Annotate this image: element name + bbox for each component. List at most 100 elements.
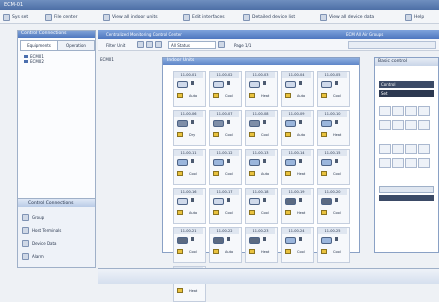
control-button[interactable] <box>418 120 430 130</box>
control-button[interactable] <box>379 158 391 168</box>
unit-card[interactable]: 11-00-17 Cool <box>209 188 242 224</box>
control-row[interactable]: Control <box>379 81 434 88</box>
tree-item-ecm02[interactable]: ECM02 <box>24 59 44 64</box>
unit-code: 11-00-17 <box>210 189 239 195</box>
device-tree: ECM01 ECM02 <box>24 54 44 64</box>
status-row <box>379 195 434 201</box>
unit-card[interactable]: 11-00-22 Auto <box>209 227 242 263</box>
sidebar-item-alarm[interactable]: Alarm <box>22 252 44 261</box>
edit-icon <box>183 13 190 21</box>
unit-card[interactable]: 11-00-07 Cool <box>209 110 242 146</box>
status-icon <box>177 210 183 215</box>
unit-mode: Auto <box>297 133 306 137</box>
unit-card[interactable]: 11-00-02 Cool <box>209 71 242 107</box>
fan-indicator-icon <box>263 81 266 85</box>
unit-card[interactable]: 11-00-13 Auto <box>245 149 278 185</box>
status-icon <box>321 249 327 254</box>
control-button[interactable] <box>379 106 391 116</box>
control-button[interactable] <box>405 144 417 154</box>
help-icon <box>405 13 412 21</box>
menu-device-list[interactable]: Detailed device list <box>243 13 295 21</box>
cassette-unit-icon <box>249 81 260 88</box>
toolbar-actions[interactable] <box>348 41 436 49</box>
unit-card[interactable]: 11-00-01 Auto <box>173 71 206 107</box>
control-button[interactable] <box>405 158 417 168</box>
cassette-unit-icon <box>213 198 224 205</box>
unit-card[interactable]: 11-00-05 Cool <box>317 71 350 107</box>
sidebar-bottom: Control Connections Group Host Terminals… <box>18 198 95 267</box>
unit-mode: Cool <box>225 211 233 215</box>
indoor-units-panel: Indoor Units 11-00-01 Auto 11-00-02 Cool 11-… <box>162 57 360 302</box>
menu-help[interactable]: Help <box>405 13 424 21</box>
unit-card[interactable]: 11-00-12 Cool <box>209 149 242 185</box>
detail-view-icon[interactable] <box>155 41 162 48</box>
unit-code: 11-00-23 <box>246 228 275 234</box>
set-row[interactable]: Set <box>379 90 434 97</box>
sidebar-item-group[interactable]: Group <box>22 213 44 222</box>
host-icon <box>22 227 29 234</box>
menu-file-center[interactable]: File center <box>45 13 77 21</box>
control-button[interactable] <box>392 144 404 154</box>
fan-indicator-icon <box>335 198 338 202</box>
list-view-icon[interactable] <box>146 41 153 48</box>
unit-card[interactable]: 11-00-21 Cool <box>173 227 206 263</box>
fan-indicator-icon <box>227 81 230 85</box>
sidebar-item-device-data[interactable]: Device Data <box>22 239 57 248</box>
sidebar-bottom-title[interactable]: Control Connections <box>18 199 95 207</box>
apply-button-row[interactable] <box>379 186 434 193</box>
unit-card[interactable]: 11-00-08 Cool <box>245 110 278 146</box>
control-button[interactable] <box>405 120 417 130</box>
menu-view-indoor[interactable]: View all indoor units <box>103 13 158 21</box>
unit-mode: Auto <box>297 94 306 98</box>
unit-mode: Cool <box>189 250 197 254</box>
unit-card[interactable]: 11-00-03 Heat <box>245 71 278 107</box>
unit-card[interactable]: 11-00-18 Cool <box>245 188 278 224</box>
unit-card[interactable]: 11-00-20 Cool <box>317 188 350 224</box>
menu-edit-interfaces[interactable]: Edit interfaces <box>183 13 225 21</box>
unit-card[interactable]: 11-00-14 Heat <box>281 149 314 185</box>
unit-card[interactable]: 11-00-19 Heat <box>281 188 314 224</box>
sidebar-tabs: Equipments Operation <box>20 40 95 51</box>
unit-card[interactable]: 11-00-23 Heat <box>245 227 278 263</box>
unit-card[interactable]: 11-00-04 Auto <box>281 71 314 107</box>
folder-icon <box>24 55 28 58</box>
wall-unit-icon <box>177 159 188 166</box>
unit-card[interactable]: 11-00-25 Cool <box>317 227 350 263</box>
wall-unit-icon <box>249 159 260 166</box>
tab-operation[interactable]: Operation <box>57 40 95 51</box>
unit-mode: Cool <box>225 172 233 176</box>
control-button[interactable] <box>418 158 430 168</box>
sidebar-item-host[interactable]: Host Terminals <box>22 226 61 235</box>
search-icon[interactable] <box>218 41 225 48</box>
unit-code: 11-00-05 <box>318 72 347 78</box>
control-button[interactable] <box>379 120 391 130</box>
menu-device-data[interactable]: View all device data <box>320 13 374 21</box>
unit-mode: Cool <box>261 211 269 215</box>
menu-sys-set[interactable]: Sys set <box>3 13 28 21</box>
control-button[interactable] <box>418 106 430 116</box>
fan-indicator-icon <box>335 237 338 241</box>
fan-indicator-icon <box>227 198 230 202</box>
unit-card[interactable]: 11-00-11 Cool <box>173 149 206 185</box>
control-button[interactable] <box>392 120 404 130</box>
unit-card[interactable]: 11-00-10 Heat <box>317 110 350 146</box>
unit-card[interactable]: 11-00-16 Auto <box>173 188 206 224</box>
fan-indicator-icon <box>191 81 194 85</box>
status-filter-field[interactable]: All Status <box>168 41 216 49</box>
unit-icon <box>103 13 110 21</box>
unit-card[interactable]: 11-00-15 Cool <box>317 149 350 185</box>
list-icon <box>243 13 250 21</box>
grid-view-icon[interactable] <box>137 41 144 48</box>
unit-card[interactable]: 11-00-09 Auto <box>281 110 314 146</box>
main-tree-root[interactable]: ECM01 <box>100 57 114 62</box>
floor-unit-icon <box>285 198 296 205</box>
control-button[interactable] <box>392 158 404 168</box>
tab-equipments[interactable]: Equipments <box>20 40 58 51</box>
control-button[interactable] <box>392 106 404 116</box>
control-button[interactable] <box>405 106 417 116</box>
control-button[interactable] <box>418 144 430 154</box>
unit-card[interactable]: 11-00-06 Dry <box>173 110 206 146</box>
control-button[interactable] <box>379 144 391 154</box>
unit-code: 11-00-20 <box>318 189 347 195</box>
unit-card[interactable]: 11-00-24 Cool <box>281 227 314 263</box>
